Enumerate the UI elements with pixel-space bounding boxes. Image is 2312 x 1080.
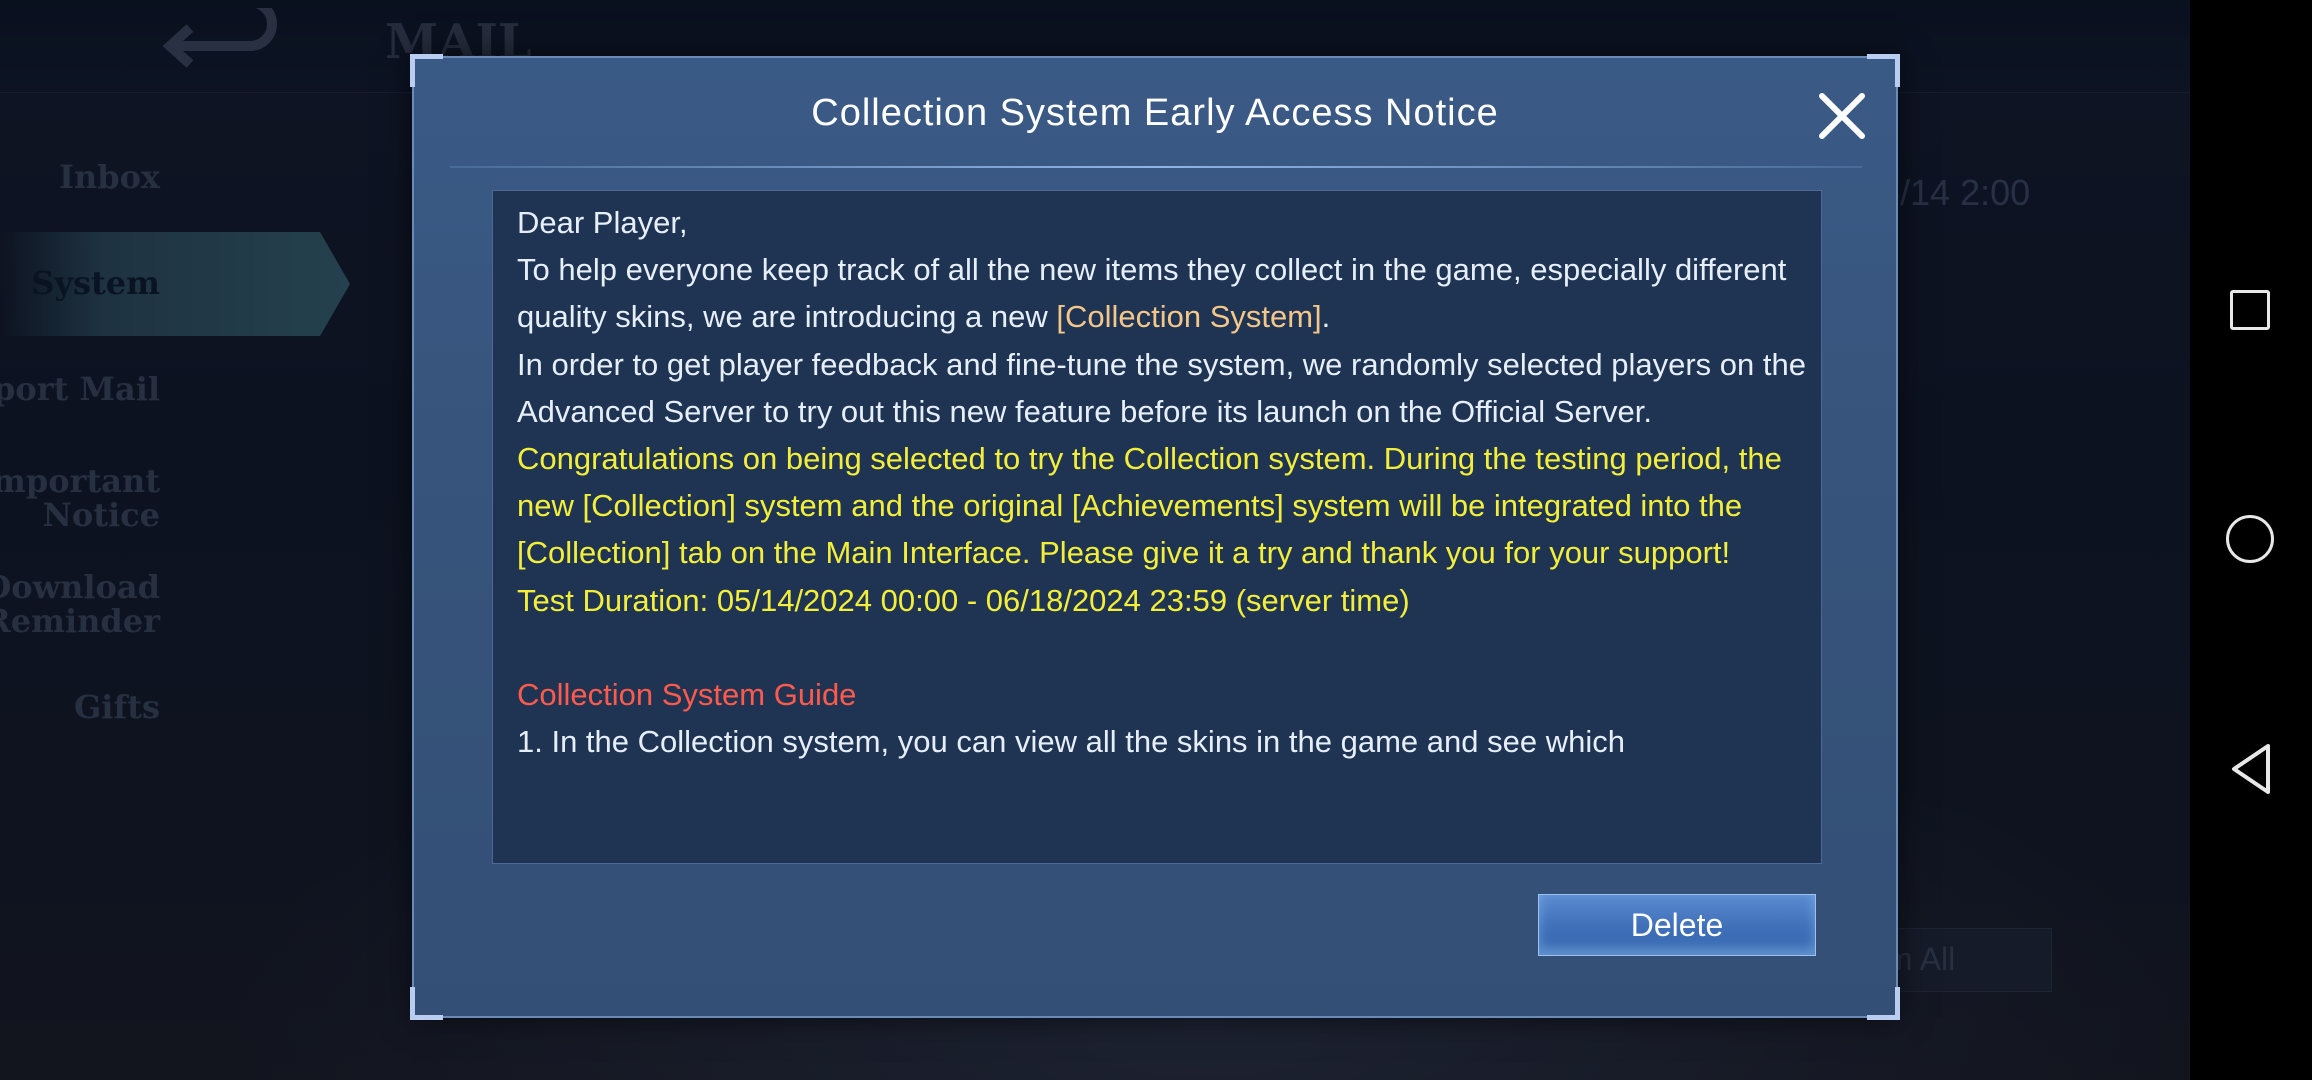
corner-ornament — [410, 987, 443, 1020]
recent-apps-button[interactable] — [2230, 290, 2270, 330]
delete-button[interactable]: Delete — [1538, 894, 1816, 956]
title-divider — [450, 166, 1862, 168]
paragraph-congratulations: Congratulations on being selected to try… — [517, 441, 1782, 571]
paragraph-intro: To help everyone keep track of all the n… — [517, 246, 1807, 340]
guide-item-1: 1. In the Collection system, you can vie… — [517, 724, 1625, 760]
test-duration: Test Duration: 05/14/2024 00:00 - 06/18/… — [517, 582, 1410, 618]
dialog-title: Collection System Early Access Notice — [811, 92, 1499, 134]
close-icon — [1819, 93, 1865, 139]
home-button[interactable] — [2226, 515, 2274, 563]
guide-heading: Collection System Guide — [517, 677, 857, 713]
mail-content-panel[interactable]: Dear Player, To help everyone keep track… — [492, 190, 1822, 864]
corner-ornament — [1867, 987, 1900, 1020]
mail-body: Dear Player, To help everyone keep track… — [517, 199, 1807, 765]
mail-screen-background: MAIL 5/14 2:00 Inbox System Report Mail … — [0, 0, 2190, 1080]
android-nav-bar — [2190, 0, 2312, 1080]
system-back-button[interactable] — [2228, 742, 2274, 796]
triangle-back-icon — [2232, 744, 2270, 794]
greeting: Dear Player, — [517, 205, 688, 240]
intro-end: . — [1321, 299, 1331, 335]
notice-dialog: Collection System Early Access Notice De… — [410, 54, 1900, 1020]
close-button[interactable] — [1814, 88, 1870, 144]
collection-system-highlight: [Collection System] — [1056, 299, 1322, 335]
corner-ornament — [1867, 54, 1900, 87]
corner-ornament — [410, 54, 443, 87]
paragraph-feedback: In order to get player feedback and fine… — [517, 346, 1806, 429]
